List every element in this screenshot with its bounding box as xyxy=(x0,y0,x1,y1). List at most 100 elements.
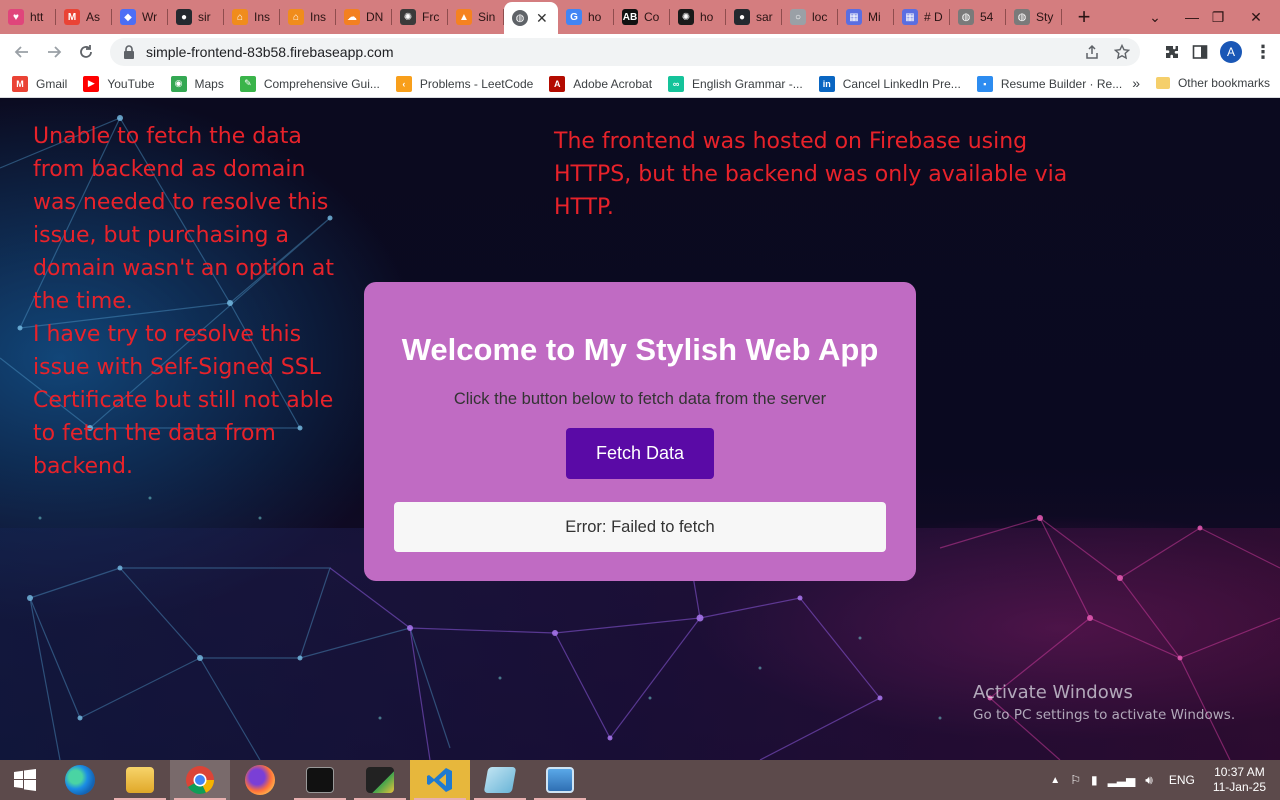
battery-icon[interactable]: ▮ xyxy=(1091,773,1098,787)
more-bookmarks-button[interactable]: » xyxy=(1132,75,1140,91)
terminal-icon xyxy=(366,767,394,793)
browser-tab[interactable]: ○ loc xyxy=(782,0,838,34)
tab-favicon-icon: ● xyxy=(176,9,192,25)
browser-tab[interactable]: ☁ DN xyxy=(336,0,392,34)
taskbar-command-prompt[interactable] xyxy=(290,760,350,800)
browser-tab[interactable]: ▲ Sin xyxy=(448,0,504,34)
taskbar-chrome[interactable] xyxy=(170,760,230,800)
taskbar-firefox[interactable] xyxy=(230,760,290,800)
bookmark-label: Problems - LeetCode xyxy=(419,76,534,91)
volume-icon[interactable]: 🔊︎ xyxy=(1145,773,1153,788)
browser-tab[interactable]: ▦ # D xyxy=(894,0,950,34)
tab-title: Sin xyxy=(478,10,496,24)
browser-toolbar: simple-frontend-83b58.firebaseapp.com A … xyxy=(0,34,1280,70)
windows-taskbar: ▲ ⚐ ▮ ▂▃▅ 🔊︎ ENG 10:37 AM 11-Jan-25 xyxy=(0,760,1280,800)
browser-tab[interactable]: ⌂ Ins xyxy=(224,0,280,34)
profile-avatar[interactable]: A xyxy=(1220,41,1242,63)
app-title: Welcome to My Stylish Web App xyxy=(401,332,879,367)
bookmark-item[interactable]: A Adobe Acrobat xyxy=(549,75,652,92)
browser-tab[interactable]: ⌂ Ins xyxy=(280,0,336,34)
browser-tab[interactable]: Gho xyxy=(558,0,614,34)
other-bookmarks-folder[interactable]: Other bookmarks xyxy=(1155,76,1270,90)
restore-button[interactable]: ❐ xyxy=(1202,0,1234,34)
bookmark-label: YouTube xyxy=(107,76,155,91)
browser-tab[interactable]: ✺ ho xyxy=(670,0,726,34)
browser-tab[interactable]: ✺ Frc xyxy=(392,0,448,34)
browser-tab[interactable]: ● sir xyxy=(168,0,224,34)
bookmark-item[interactable]: ▶ YouTube xyxy=(83,75,155,92)
language-indicator[interactable]: ENG xyxy=(1169,773,1195,787)
side-panel-icon[interactable] xyxy=(1192,44,1208,60)
browser-tab[interactable]: M As xyxy=(56,0,112,34)
bookmark-item[interactable]: ✎ Comprehensive Gui... xyxy=(239,75,380,92)
back-button[interactable] xyxy=(6,36,38,68)
other-bookmarks-label: Other bookmarks xyxy=(1177,76,1270,90)
tab-search-button[interactable]: ⌄ xyxy=(1139,0,1171,34)
taskbar-edge[interactable] xyxy=(50,760,110,800)
bookmark-favicon-icon: ∞ xyxy=(668,75,685,92)
bookmark-favicon-icon: M xyxy=(12,75,28,92)
notepad-icon xyxy=(483,767,517,793)
tab-title: Sty xyxy=(1036,10,1054,24)
tab-favicon-icon: ● xyxy=(734,9,750,25)
bookmark-favicon-icon: A xyxy=(549,75,566,92)
bookmark-label: Cancel LinkedIn Pre... xyxy=(842,76,961,91)
reload-button[interactable] xyxy=(70,36,102,68)
network-warning-icon[interactable]: ⚐ xyxy=(1070,773,1081,787)
address-bar[interactable]: simple-frontend-83b58.firebaseapp.com xyxy=(110,38,1140,66)
browser-tab[interactable]: ● sar xyxy=(726,0,782,34)
tab-title: ho xyxy=(700,10,714,24)
bookmark-favicon-icon: ▶ xyxy=(83,75,100,92)
tab-favicon-icon: ◆ xyxy=(120,9,136,25)
clock-date: 11-Jan-25 xyxy=(1212,780,1266,794)
bookmark-item[interactable]: M Gmail xyxy=(12,75,67,92)
browser-tab[interactable]: ◆ Wr xyxy=(112,0,168,34)
bookmark-item[interactable]: ∞ English Grammar -... xyxy=(668,75,803,92)
taskbar-vscode[interactable] xyxy=(410,760,470,800)
bookmark-item[interactable]: ▪ Resume Builder · Re... xyxy=(976,75,1122,92)
bookmark-item[interactable]: ‹ Problems - LeetCode xyxy=(395,75,534,92)
clock[interactable]: 10:37 AM 11-Jan-25 xyxy=(1213,765,1266,795)
tab-title: Frc xyxy=(422,10,440,24)
chevron-up-icon[interactable]: ▲ xyxy=(1050,775,1060,786)
bookmarks-bar: M Gmail ▶ YouTube ◉ Maps ✎ Comprehensive Gui...… xyxy=(0,70,1280,98)
taskbar-terminal[interactable] xyxy=(350,760,410,800)
browser-tab[interactable]: AB Co xyxy=(614,0,670,34)
bookmark-item[interactable]: ◉ Maps xyxy=(170,75,224,92)
back-arrow-icon xyxy=(14,46,28,58)
taskbar-notepad[interactable] xyxy=(470,760,530,800)
bookmark-favicon-icon: ‹ xyxy=(395,75,412,92)
browser-tab[interactable]: ◍ 54 xyxy=(950,0,1006,34)
lock-icon[interactable] xyxy=(122,45,136,59)
wifi-signal-icon[interactable]: ▂▃▅ xyxy=(1108,773,1136,787)
tab-title: loc xyxy=(812,10,828,24)
browser-tab[interactable]: ♥ htt xyxy=(0,0,56,34)
browser-tab[interactable]: ▦ Mi xyxy=(838,0,894,34)
fetch-data-button[interactable]: Fetch Data xyxy=(566,428,714,479)
bookmark-item[interactable]: in Cancel LinkedIn Pre... xyxy=(818,75,961,92)
tab-title: 54 xyxy=(980,10,994,24)
menu-kebab-icon[interactable]: ⋮ xyxy=(1254,42,1272,63)
tab-favicon-icon: ♥ xyxy=(8,9,24,25)
extensions-icon[interactable] xyxy=(1164,44,1180,60)
taskbar-photos[interactable] xyxy=(530,760,590,800)
web-page: Unable to fetch the data from backend as… xyxy=(0,98,1280,760)
app-subtitle: Click the button below to fetch data fro… xyxy=(453,390,827,408)
note-left-text: Unable to fetch the data from backend as… xyxy=(33,124,335,479)
new-tab-button[interactable]: + xyxy=(1068,0,1100,34)
tab-favicon-icon: ☁ xyxy=(344,9,360,25)
bookmark-label: Comprehensive Gui... xyxy=(263,76,380,91)
close-window-button[interactable]: ✕ xyxy=(1240,0,1272,34)
tab-favicon-icon: ◍ xyxy=(958,9,974,25)
globe-icon: ◍ xyxy=(512,10,528,26)
start-button[interactable] xyxy=(0,760,50,800)
url-text[interactable]: simple-frontend-83b58.firebaseapp.com xyxy=(146,44,393,60)
bookmark-star-icon[interactable] xyxy=(1114,44,1130,60)
share-icon[interactable] xyxy=(1084,44,1100,60)
taskbar-file-explorer[interactable] xyxy=(110,760,170,800)
browser-tab[interactable]: ◍ Sty xyxy=(1006,0,1062,34)
active-tab[interactable]: ◍ ✕ xyxy=(504,2,558,34)
forward-arrow-icon xyxy=(48,46,62,58)
forward-button[interactable] xyxy=(38,36,70,68)
close-tab-icon[interactable]: ✕ xyxy=(536,10,548,27)
